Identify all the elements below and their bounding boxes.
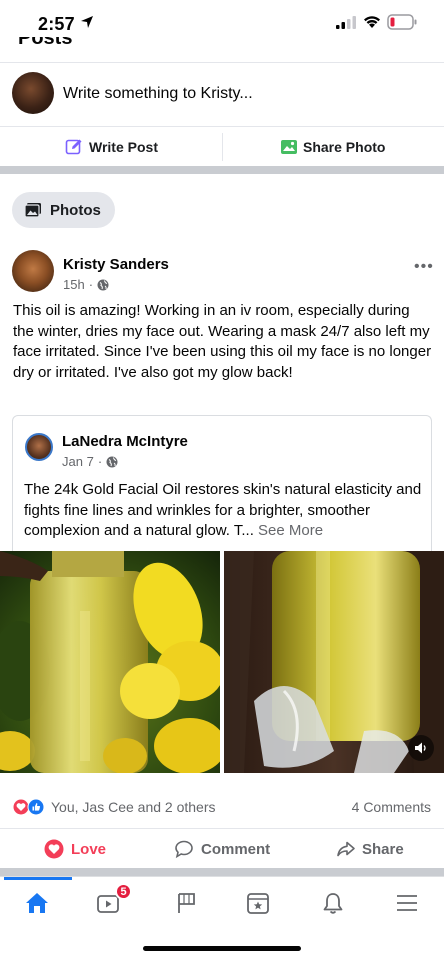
posts-heading: Posts — [18, 37, 72, 47]
dot-separator: · — [88, 277, 94, 292]
love-like-reaction-icons — [12, 798, 45, 816]
write-post-button[interactable]: Write Post — [65, 127, 158, 167]
post-header: Kristy Sanders 15h · ••• — [0, 246, 444, 296]
home-icon — [26, 893, 48, 913]
divider — [222, 133, 223, 161]
photo-icon — [281, 140, 297, 154]
tab-pages[interactable] — [169, 889, 203, 917]
shared-author-avatar[interactable] — [25, 433, 53, 461]
shared-post[interactable]: LaNedra McIntyre Jan 7 · The 24k Gold Fa… — [12, 415, 432, 551]
post-body: This oil is amazing! Working in an iv ro… — [13, 302, 432, 381]
speaker-icon — [415, 742, 426, 754]
bell-icon — [323, 893, 343, 914]
love-button[interactable]: Love — [44, 829, 106, 869]
composer-actions: Write Post Share Photo — [0, 126, 444, 166]
shared-post-time[interactable]: Jan 7 — [62, 454, 94, 469]
see-more-link[interactable]: See More — [258, 522, 323, 539]
shared-post-text: The 24k Gold Facial Oil restores skin's … — [24, 481, 422, 540]
reactions-names[interactable]: You, Jas Cee and 2 others — [51, 799, 216, 815]
love-label: Love — [71, 840, 107, 858]
shared-post-body: The 24k Gold Facial Oil restores skin's … — [24, 480, 428, 542]
status-time: 2:57 — [38, 14, 75, 34]
comment-button[interactable]: Comment — [174, 829, 270, 869]
section-separator — [0, 868, 444, 876]
home-indicator[interactable] — [143, 946, 301, 951]
tab-marketplace[interactable] — [241, 889, 275, 917]
author-name[interactable]: Kristy Sanders — [63, 256, 169, 273]
tab-home[interactable] — [20, 889, 54, 917]
more-options-icon[interactable]: ••• — [414, 258, 434, 276]
comment-label: Comment — [201, 840, 271, 858]
comments-count[interactable]: 4 Comments — [352, 799, 431, 815]
post-time[interactable]: 15h — [63, 277, 85, 292]
post-composer[interactable]: Write something to Kristy... — [0, 62, 444, 126]
globe-icon — [106, 456, 118, 467]
tab-notifications[interactable] — [316, 889, 350, 917]
share-photo-label: Share Photo — [303, 139, 386, 155]
reactions-summary[interactable]: You, Jas Cee and 2 others 4 Comments — [0, 790, 444, 824]
write-post-label: Write Post — [89, 139, 158, 155]
author-avatar[interactable] — [12, 250, 54, 292]
comment-icon — [175, 840, 193, 859]
share-icon — [337, 841, 355, 857]
tab-menu[interactable] — [390, 889, 424, 917]
post-meta: 15h · — [63, 277, 109, 292]
dot-separator: · — [97, 454, 103, 469]
share-photo-button[interactable]: Share Photo — [280, 127, 385, 167]
shared-author-name[interactable]: LaNedra McIntyre — [62, 433, 188, 450]
photos-icon — [24, 203, 41, 218]
share-label: Share — [362, 840, 404, 858]
photos-filter-button[interactable]: Photos — [12, 192, 115, 228]
post-actions: Love Comment Share — [0, 828, 444, 868]
photos-label: Photos — [50, 201, 101, 219]
oil-bottle-flower-image — [0, 551, 220, 773]
flag-icon — [178, 893, 195, 913]
wifi-icon — [364, 16, 380, 28]
share-button[interactable]: Share — [336, 829, 404, 869]
marketplace-icon — [247, 893, 269, 914]
love-icon — [44, 839, 64, 859]
watch-notification-badge: 5 — [115, 883, 132, 900]
post-photo-1[interactable] — [0, 551, 220, 773]
post-photo-2[interactable] — [224, 551, 444, 773]
location-arrow-icon — [81, 16, 93, 28]
cellular-signal-icon — [336, 16, 356, 29]
section-separator — [0, 166, 444, 174]
avatar[interactable] — [12, 72, 54, 114]
edit-icon — [65, 139, 82, 155]
composer-prompt[interactable]: Write something to Kristy... — [63, 85, 253, 103]
hamburger-menu-icon — [397, 895, 417, 911]
globe-icon — [97, 279, 109, 290]
shared-post-meta: Jan 7 · — [62, 454, 118, 469]
active-tab-indicator — [4, 877, 72, 880]
battery-icon — [387, 14, 417, 30]
video-sound-button[interactable] — [408, 735, 434, 761]
